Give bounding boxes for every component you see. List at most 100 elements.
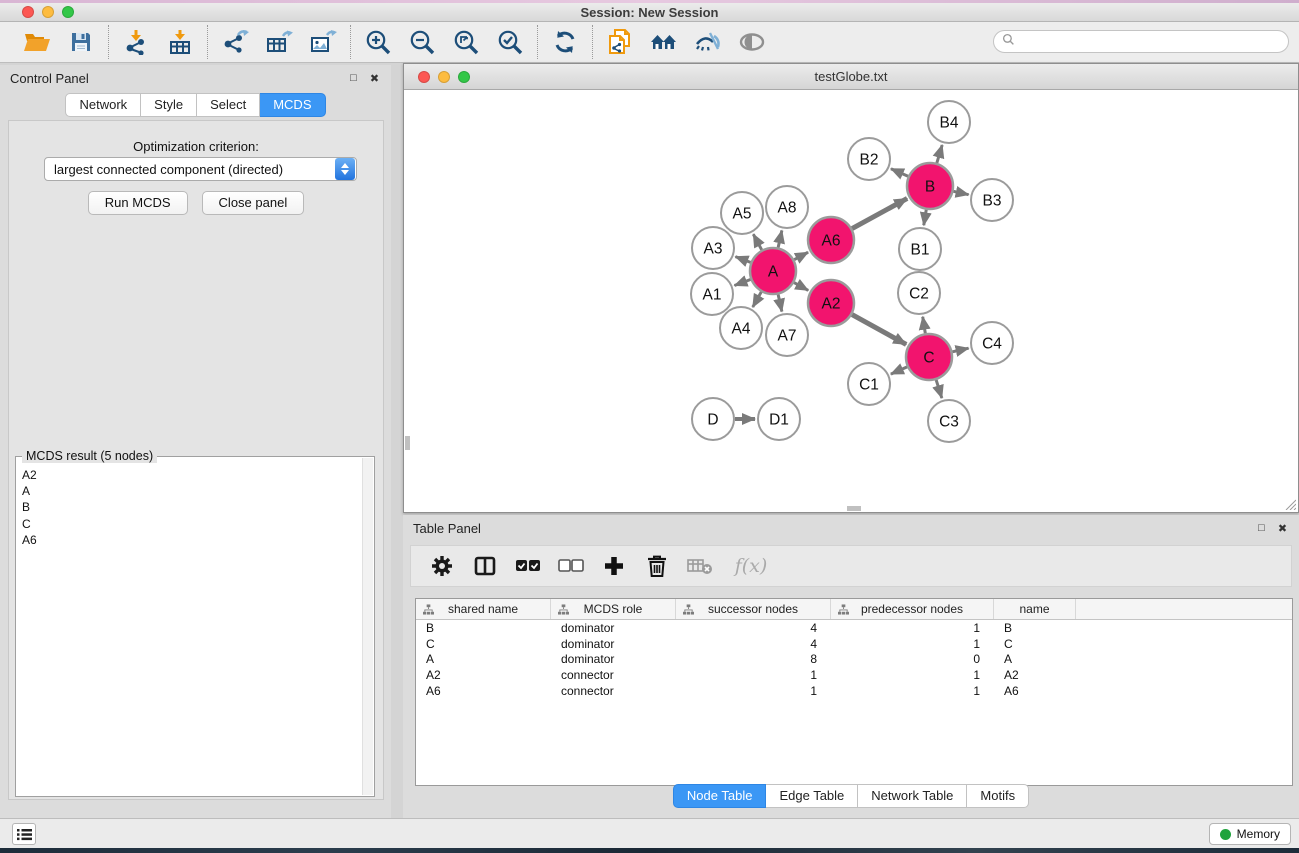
export-table-icon[interactable]: [264, 27, 294, 57]
graph-edge-A6-B[interactable]: [852, 198, 907, 228]
column-header-shared-name[interactable]: shared name: [416, 599, 551, 619]
zoom-in-icon[interactable]: [363, 27, 393, 57]
close-panel-button[interactable]: Close panel: [202, 191, 305, 215]
tab-network-table[interactable]: Network Table: [858, 784, 967, 808]
table-row[interactable]: Cdominator41C: [416, 636, 1292, 652]
tab-mcds[interactable]: MCDS: [260, 93, 325, 117]
graph-edge-A-A6[interactable]: [794, 252, 808, 259]
graph-node-B1[interactable]: B1: [899, 228, 941, 270]
graph-edge-B-B2[interactable]: [891, 169, 908, 177]
graph-edge-A-A5[interactable]: [753, 234, 761, 250]
tab-edge-table[interactable]: Edge Table: [766, 784, 858, 808]
float-panel-icon[interactable]: □: [347, 72, 360, 85]
hide-panel-icon[interactable]: [693, 27, 723, 57]
graph-node-C4[interactable]: C4: [971, 322, 1013, 364]
graph-node-D[interactable]: D: [692, 398, 734, 440]
add-column-icon[interactable]: [601, 553, 627, 579]
close-window-button[interactable]: [22, 6, 34, 18]
column-header-predecessor-nodes[interactable]: predecessor nodes: [831, 599, 994, 619]
open-folder-icon[interactable]: [22, 27, 52, 57]
graph-edge-A-A3[interactable]: [735, 257, 750, 263]
graph-node-B[interactable]: B: [907, 163, 953, 209]
export-image-icon[interactable]: [308, 27, 338, 57]
graph-edge-A-A1[interactable]: [734, 279, 750, 285]
settings-icon[interactable]: [429, 553, 455, 579]
graph-edge-B-B3[interactable]: [953, 191, 968, 194]
graph-node-A4[interactable]: A4: [720, 307, 762, 349]
table-row[interactable]: Bdominator41B: [416, 620, 1292, 636]
tab-motifs[interactable]: Motifs: [967, 784, 1029, 808]
mcds-result-item[interactable]: B: [20, 499, 362, 515]
tab-select[interactable]: Select: [197, 93, 260, 117]
split-column-icon[interactable]: [472, 553, 498, 579]
network-close-button[interactable]: [418, 71, 430, 83]
import-network-icon[interactable]: [121, 27, 151, 57]
close-panel-icon[interactable]: ✖: [368, 72, 381, 85]
table-row[interactable]: A2connector11A2: [416, 667, 1292, 683]
mcds-result-item[interactable]: A2: [20, 467, 362, 483]
graph-edge-A-A8[interactable]: [778, 230, 782, 247]
graph-node-C[interactable]: C: [906, 334, 952, 380]
run-mcds-button[interactable]: Run MCDS: [88, 191, 188, 215]
network-minimize-button[interactable]: [438, 71, 450, 83]
mcds-result-item[interactable]: C: [20, 516, 362, 532]
graph-edge-A-A4[interactable]: [753, 292, 762, 307]
float-table-panel-icon[interactable]: □: [1255, 522, 1268, 535]
graph-node-A2[interactable]: A2: [808, 280, 854, 326]
graph-edge-C-C2[interactable]: [923, 317, 926, 334]
tab-style[interactable]: Style: [141, 93, 197, 117]
graph-node-A8[interactable]: A8: [766, 186, 808, 228]
zoom-window-button[interactable]: [62, 6, 74, 18]
graph-edge-A-A7[interactable]: [778, 294, 782, 311]
minimize-window-button[interactable]: [42, 6, 54, 18]
graph-edge-A-A2[interactable]: [794, 283, 808, 291]
graph-node-B3[interactable]: B3: [971, 179, 1013, 221]
result-scrollbar[interactable]: [362, 458, 373, 795]
resize-grip-icon[interactable]: [1283, 497, 1296, 510]
network-zoom-button[interactable]: [458, 71, 470, 83]
network-canvas[interactable]: B4B2BB3A5A8A6B1A3AA1C2A2A4A7C4CC1C3DD1: [405, 91, 1297, 511]
delete-column-icon[interactable]: [644, 553, 670, 579]
search-box[interactable]: [993, 30, 1289, 53]
graph-edge-C-C3[interactable]: [936, 380, 942, 398]
table-row[interactable]: A6connector11A6: [416, 683, 1292, 699]
graph-node-A1[interactable]: A1: [691, 273, 733, 315]
zoom-out-icon[interactable]: [407, 27, 437, 57]
graph-node-A[interactable]: A: [750, 248, 796, 294]
mcds-result-item[interactable]: A6: [20, 532, 362, 548]
graph-node-A5[interactable]: A5: [721, 192, 763, 234]
graph-edge-B-B1[interactable]: [924, 210, 926, 226]
graph-edge-C-C1[interactable]: [891, 367, 907, 374]
column-header-name[interactable]: name: [994, 599, 1076, 619]
horizontal-scrollbar-thumb[interactable]: [847, 506, 861, 511]
graph-node-A3[interactable]: A3: [692, 227, 734, 269]
save-icon[interactable]: [66, 27, 96, 57]
column-header-successor-nodes[interactable]: successor nodes: [676, 599, 831, 619]
duplicate-network-icon[interactable]: [605, 27, 635, 57]
zoom-fit-icon[interactable]: [451, 27, 481, 57]
refresh-icon[interactable]: [550, 27, 580, 57]
graph-edge-A2-C[interactable]: [852, 315, 906, 345]
memory-button[interactable]: Memory: [1209, 823, 1291, 845]
table-row[interactable]: Adominator80A: [416, 652, 1292, 668]
graph-node-A6[interactable]: A6: [808, 217, 854, 263]
column-header-MCDS-role[interactable]: MCDS role: [551, 599, 676, 619]
vertical-scrollbar-thumb[interactable]: [405, 436, 410, 450]
graph-node-B2[interactable]: B2: [848, 138, 890, 180]
show-panel-icon[interactable]: [737, 27, 767, 57]
tab-network[interactable]: Network: [65, 93, 141, 117]
graph-edge-C-C4[interactable]: [952, 348, 968, 352]
function-icon[interactable]: f(x): [730, 553, 772, 579]
tab-node-table[interactable]: Node Table: [673, 784, 767, 808]
search-input[interactable]: [1020, 35, 1280, 49]
criterion-select[interactable]: largest connected component (directed): [44, 157, 357, 181]
graph-node-C2[interactable]: C2: [898, 272, 940, 314]
zoom-selected-icon[interactable]: [495, 27, 525, 57]
graph-edge-B-B4[interactable]: [937, 145, 942, 163]
task-history-button[interactable]: [12, 823, 36, 845]
graph-node-B4[interactable]: B4: [928, 101, 970, 143]
deselect-all-icon[interactable]: [558, 553, 584, 579]
close-table-panel-icon[interactable]: ✖: [1276, 522, 1289, 535]
select-all-icon[interactable]: [515, 553, 541, 579]
mcds-result-item[interactable]: A: [20, 483, 362, 499]
